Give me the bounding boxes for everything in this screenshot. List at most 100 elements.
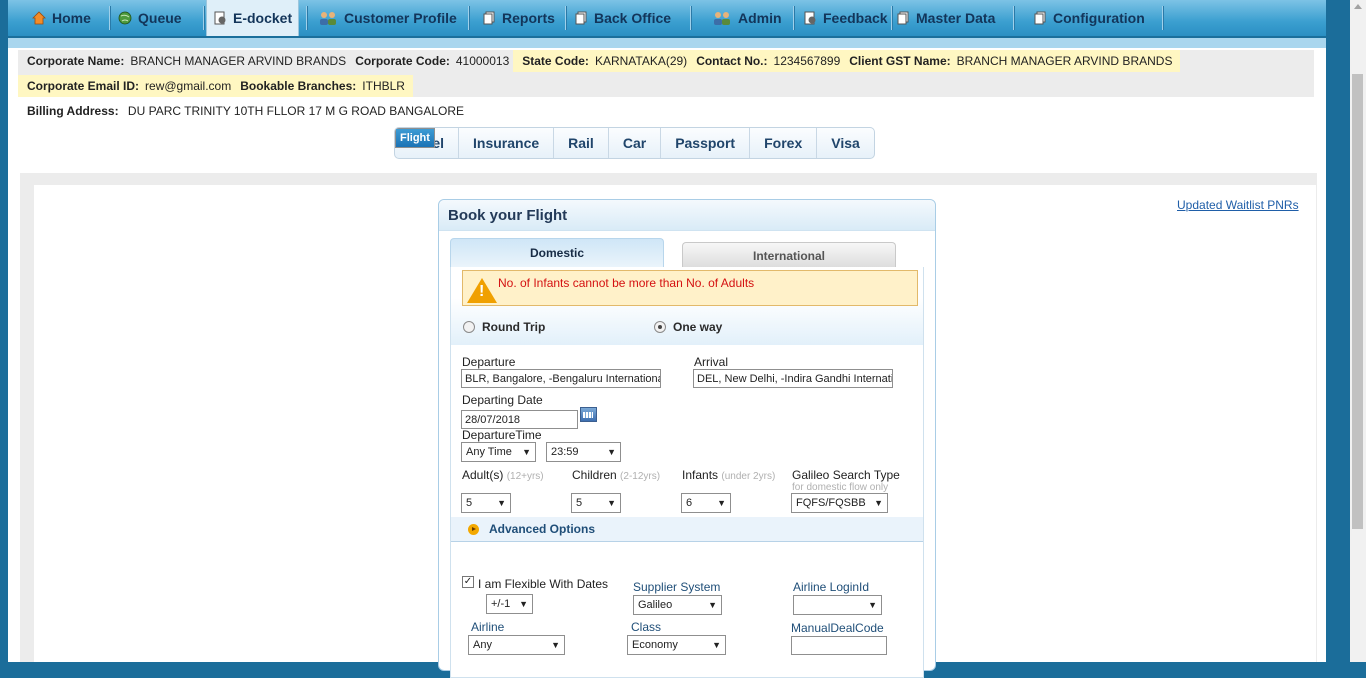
chevron-down-icon: ▼: [717, 498, 726, 508]
docket-icon: [214, 11, 226, 25]
tab-insurance[interactable]: Insurance: [459, 128, 555, 158]
radio-circle[interactable]: [463, 321, 475, 333]
nav-separator: [1013, 6, 1015, 30]
children-label-text: Children: [572, 468, 617, 482]
branches-value: ITHBLR: [362, 79, 405, 93]
nav-separator: [109, 6, 111, 30]
page-gutter: [1326, 0, 1350, 662]
nav-master-data[interactable]: Master Data: [896, 0, 995, 36]
departure-input[interactable]: BLR, Bangalore, -Bengaluru Internationa: [461, 369, 661, 388]
tab-domestic[interactable]: Domestic: [450, 238, 664, 267]
nav-separator: [891, 6, 893, 30]
infants-select[interactable]: 6 ▼: [681, 493, 731, 513]
nav-label: Admin: [738, 10, 782, 26]
document-icon: [1034, 11, 1046, 25]
nav-label: Master Data: [916, 10, 996, 26]
nav-separator: [565, 6, 567, 30]
galileo-hint: for domestic flow only: [792, 482, 889, 493]
departure-time-to-select[interactable]: 23:59 ▼: [546, 442, 621, 462]
infant-warning: ! No. of Infants cannot be more than No.…: [462, 270, 918, 306]
supplier-system-select[interactable]: Galileo ▼: [633, 595, 722, 615]
contact-label: Contact No.:: [696, 54, 768, 68]
flex-days-select[interactable]: +/-1 ▼: [486, 594, 533, 614]
manual-deal-code-input[interactable]: [791, 636, 887, 655]
infants-label: Infants (under 2yrs): [682, 468, 775, 482]
nav-edocket[interactable]: E-docket: [206, 0, 300, 36]
feedback-icon: [804, 11, 816, 25]
scrollbar-thumb[interactable]: [1352, 74, 1363, 529]
departure-time-to-value: 23:59: [551, 446, 579, 458]
trip-oneway-radio[interactable]: One way: [654, 320, 722, 334]
trip-oneway-label: One way: [673, 320, 723, 334]
gst-name-value: BRANCH MANAGER ARVIND BRANDS: [956, 54, 1173, 68]
tab-passport[interactable]: Passport: [661, 128, 751, 158]
trip-round-label: Round Trip: [482, 320, 546, 334]
arrival-input[interactable]: DEL, New Delhi, -Indira Gandhi Internati: [693, 369, 893, 388]
manual-deal-code-label: ManualDealCode: [791, 621, 884, 635]
nav-separator: [306, 6, 308, 30]
tab-car[interactable]: Car: [609, 128, 662, 158]
top-nav: Home Queue E-docket Customer Profile Rep…: [8, 0, 1326, 38]
nav-reports[interactable]: Reports: [482, 0, 555, 36]
users-icon: [320, 12, 336, 25]
nav-queue[interactable]: Queue: [118, 0, 182, 36]
arrival-label: Arrival: [694, 355, 729, 369]
corporate-highlight: State Code: KARNATAKA(29) Contact No.: 1…: [513, 50, 1181, 72]
nav-back-office[interactable]: Back Office: [574, 0, 671, 36]
tab-flight[interactable]: Flight: [395, 128, 435, 148]
corporate-code-value: 41000013: [455, 54, 510, 68]
tab-international[interactable]: International: [682, 242, 896, 268]
departure-time-select[interactable]: Any Time ▼: [461, 442, 536, 462]
nav-configuration[interactable]: Configuration: [1033, 0, 1145, 36]
class-select[interactable]: Economy ▼: [627, 635, 726, 655]
gst-name-label: Client GST Name:: [849, 54, 951, 68]
children-value: 5: [576, 497, 583, 509]
billing-value: DU PARC TRINITY 10TH FLLOR 17 M G ROAD B…: [127, 104, 464, 118]
chevron-down-icon: ▼: [708, 600, 717, 610]
tab-visa[interactable]: Visa: [817, 128, 874, 158]
chevron-down-icon: ▼: [522, 447, 531, 457]
nav-separator: [690, 6, 692, 30]
document-icon: [483, 11, 495, 25]
nav-separator: [1162, 6, 1164, 30]
branches-label: Bookable Branches:: [240, 79, 357, 93]
tab-rail[interactable]: Rail: [554, 128, 609, 158]
flexible-dates-checkbox[interactable]: ✓: [462, 576, 474, 588]
nav-home[interactable]: Home: [32, 0, 91, 36]
children-select[interactable]: 5 ▼: [571, 493, 621, 513]
corporate-code-label: Corporate Code:: [355, 54, 450, 68]
supplier-system-label: Supplier System: [633, 580, 721, 594]
warning-exclamation: !: [479, 283, 485, 300]
corporate-info-row-1: Corporate Name: BRANCH MANAGER ARVIND BR…: [18, 50, 1181, 72]
adults-select[interactable]: 5 ▼: [461, 493, 511, 513]
departure-time-value: Any Time: [466, 446, 512, 458]
nav-label: Back Office: [594, 10, 672, 26]
galileo-select[interactable]: FQFS/FQSBB ▼: [791, 493, 888, 513]
nav-feedback[interactable]: Feedback: [803, 0, 888, 36]
domestic-form: ! No. of Infants cannot be more than No.…: [450, 267, 924, 678]
billing-address: Billing Address: DU PARC TRINITY 10TH FL…: [27, 104, 464, 118]
chevron-down-icon: ▼: [519, 599, 528, 609]
departing-date-input[interactable]: 28/07/2018: [461, 410, 578, 429]
updated-waitlist-link[interactable]: Updated Waitlist PNRs: [1177, 198, 1299, 212]
chevron-down-icon: ▼: [607, 447, 616, 457]
nav-label: Home: [52, 10, 91, 26]
flex-days-value: +/-1: [491, 598, 511, 610]
scroll-up-icon[interactable]: [1354, 4, 1362, 9]
airline-login-select[interactable]: ▼: [793, 595, 882, 615]
trip-round-radio[interactable]: Round Trip: [463, 320, 545, 334]
vertical-scrollbar[interactable]: [1350, 0, 1366, 662]
radio-circle-checked[interactable]: [654, 321, 666, 333]
calendar-icon[interactable]: [580, 407, 597, 422]
tab-forex[interactable]: Forex: [750, 128, 818, 158]
infants-hint: (under 2yrs): [721, 471, 776, 482]
corporate-name-value: BRANCH MANAGER ARVIND BRANDS: [130, 54, 347, 68]
airline-select[interactable]: Any ▼: [468, 635, 565, 655]
corporate-info-bar: Corporate Name: BRANCH MANAGER ARVIND BR…: [18, 50, 1314, 97]
nav-admin[interactable]: Admin: [712, 0, 782, 36]
nav-customer-profile[interactable]: Customer Profile: [318, 0, 457, 36]
children-label: Children (2-12yrs): [572, 468, 660, 482]
corporate-info-row-2: Corporate Email ID: rew@gmail.com Bookab…: [18, 75, 413, 97]
book-flight-title: Book your Flight: [448, 207, 568, 224]
advanced-options-toggle[interactable]: Advanced Options: [451, 517, 923, 542]
